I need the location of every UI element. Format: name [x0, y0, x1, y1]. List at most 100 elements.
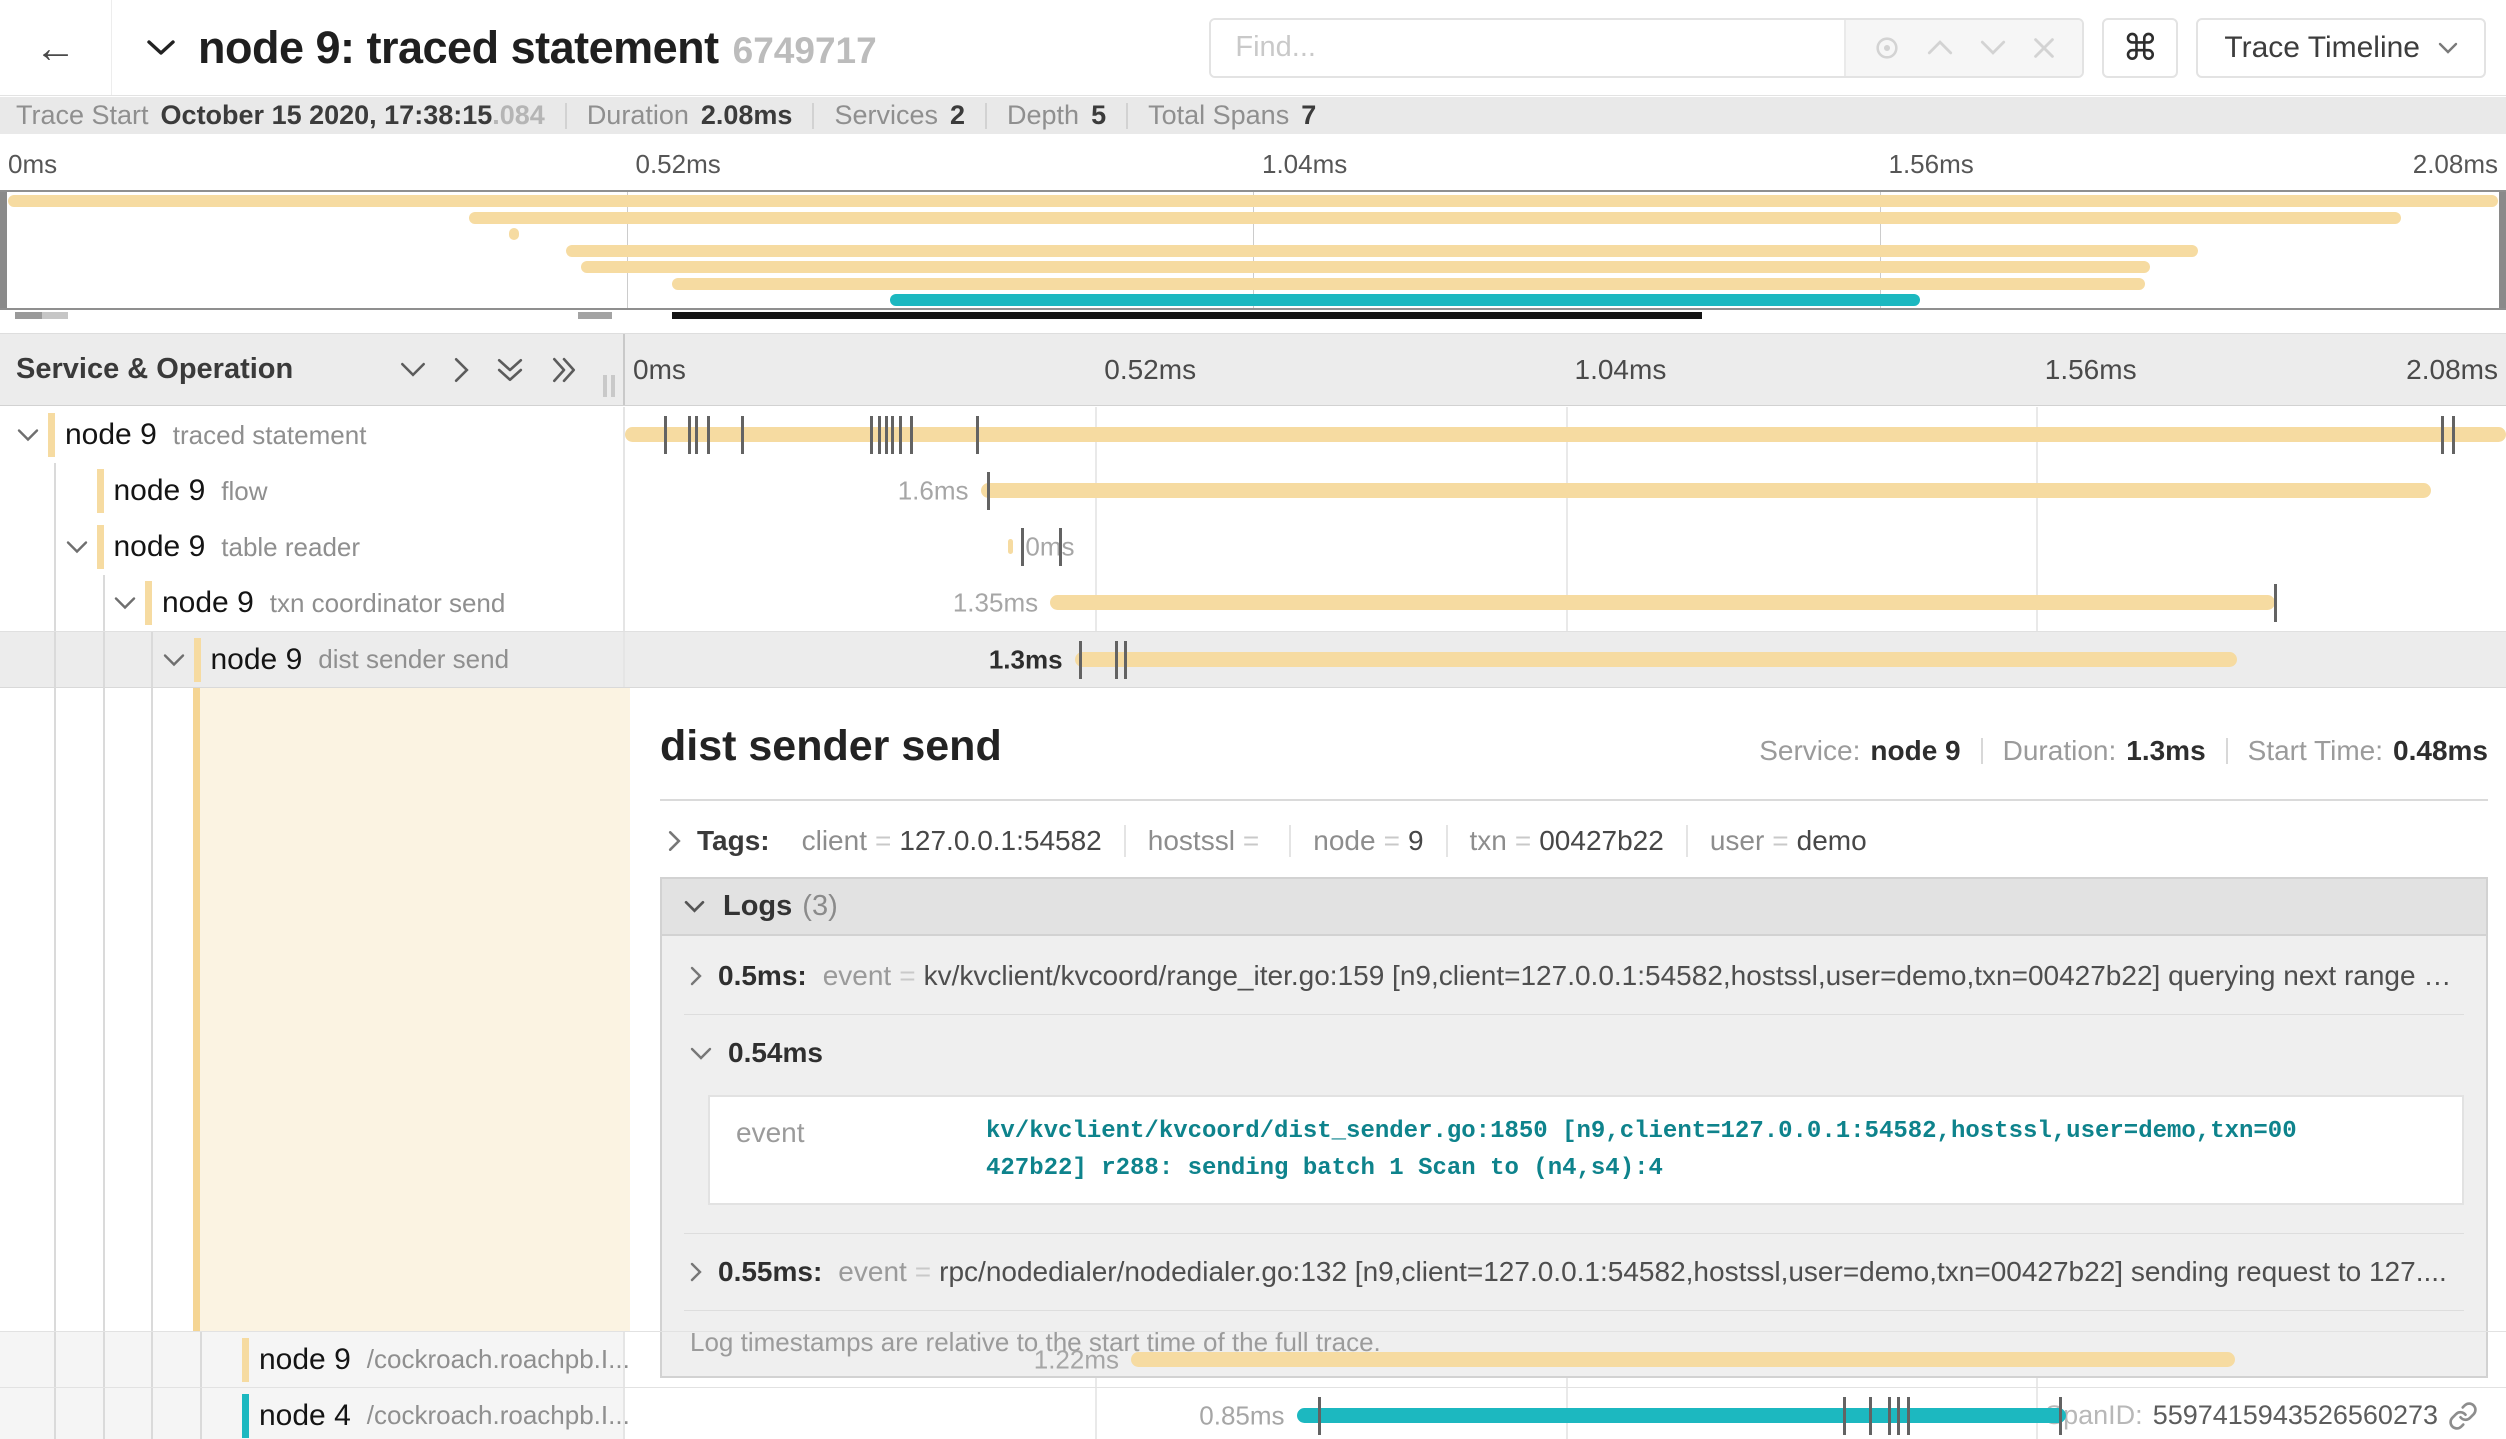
- tag-value: 9: [1408, 825, 1424, 857]
- tag-value: 127.0.0.1:54582: [899, 825, 1101, 857]
- collapse-one-icon[interactable]: [400, 362, 426, 377]
- minimap-left-handle[interactable]: [0, 192, 7, 308]
- indent-guide: [54, 463, 56, 519]
- service-name: node 9: [162, 586, 254, 620]
- detail-meta-label: Start Time:: [2248, 735, 2383, 767]
- scrubber-handle[interactable]: [15, 312, 42, 319]
- service-color-bar: [145, 581, 152, 625]
- meta-separator: [565, 103, 567, 129]
- find-actions: [1844, 20, 2082, 76]
- tags-row[interactable]: Tags: client=127.0.0.1:54582hostssl=node…: [660, 819, 2488, 863]
- indent-guide: [103, 1388, 105, 1439]
- span-row[interactable]: node 9/cockroach.roachpb.I...1.22ms: [0, 1331, 2506, 1387]
- minimap-right-handle[interactable]: [2499, 192, 2506, 308]
- header-controls: ⌘ Trace Timeline: [1209, 18, 2506, 78]
- service-color-bar: [97, 469, 104, 513]
- span-row[interactable]: node 9flow1.6ms: [0, 463, 2506, 519]
- expand-collapse-chevron-icon[interactable]: [163, 653, 185, 666]
- span-duration-bar[interactable]: [981, 483, 2431, 498]
- detail-meta-value: 0.48ms: [2393, 735, 2488, 767]
- indent-guide: [151, 1388, 153, 1439]
- log-marker-tick: [891, 416, 894, 454]
- scrubber-handle[interactable]: [42, 312, 68, 319]
- expand-one-icon[interactable]: [454, 357, 469, 383]
- span-duration-bar[interactable]: [1050, 595, 2275, 610]
- span-name-column[interactable]: node 9/cockroach.roachpb.I...: [0, 1332, 625, 1387]
- expand-collapse-chevron-icon[interactable]: [114, 597, 136, 610]
- meta-separator: [1126, 103, 1128, 129]
- column-resizer[interactable]: [603, 375, 615, 397]
- locate-match-icon[interactable]: [1873, 34, 1901, 62]
- expand-collapse-chevron-icon[interactable]: [17, 429, 39, 442]
- span-timeline-cell[interactable]: 1.3ms: [625, 632, 2506, 687]
- span-name-column[interactable]: node 4/cockroach.roachpb.I...: [0, 1388, 625, 1439]
- log-marker-tick: [878, 416, 881, 454]
- log-marker-tick: [1907, 1397, 1910, 1435]
- tag-item[interactable]: node=9: [1291, 825, 1447, 857]
- event-key: event: [736, 1113, 986, 1187]
- span-name-column[interactable]: node 9table reader: [0, 519, 625, 575]
- log-entry-header[interactable]: 0.54ms: [684, 1015, 2464, 1091]
- tag-item[interactable]: user=demo: [1688, 825, 1889, 857]
- collapse-header-chevron-icon[interactable]: [146, 39, 176, 56]
- scrubber-range[interactable]: [672, 312, 1702, 319]
- meta-value: 7: [1301, 100, 1316, 131]
- minimap-span-bar: [890, 294, 1920, 306]
- clear-find-icon[interactable]: [2032, 36, 2056, 60]
- minimap-scrubber[interactable]: [0, 312, 2506, 319]
- logs-header[interactable]: Logs (3): [662, 879, 2486, 936]
- tag-equals: =: [1243, 825, 1259, 857]
- tag-item[interactable]: txn=00427b22: [1448, 825, 1688, 857]
- minimap-canvas[interactable]: [0, 190, 2506, 310]
- span-name-column[interactable]: node 9dist sender send: [0, 632, 625, 687]
- span-timeline-cell[interactable]: 1.35ms: [625, 575, 2506, 631]
- view-type-dropdown[interactable]: Trace Timeline: [2196, 18, 2486, 78]
- log-entry-header[interactable]: 0.55ms:event=rpc/nodedialer/nodedialer.g…: [684, 1234, 2464, 1310]
- expand-all-icon[interactable]: [551, 357, 577, 383]
- span-detail-row: dist sender send Service:node 9Duration:…: [0, 687, 2506, 1331]
- trace-meta-item: Total Spans7: [1148, 100, 1316, 131]
- meta-separator: [985, 103, 987, 129]
- find-control: [1209, 18, 2084, 78]
- span-name: node 9/cockroach.roachpb.I...: [259, 1332, 630, 1387]
- span-row[interactable]: node 9 txn coordinator send 1.35ms: [0, 575, 2506, 631]
- operation-name: txn coordinator send: [270, 588, 506, 619]
- scrubber-handle[interactable]: [578, 312, 612, 319]
- span-row[interactable]: node 4/cockroach.roachpb.I...0.85ms: [0, 1387, 2506, 1439]
- span-timeline-cell[interactable]: 0ms: [625, 519, 2506, 575]
- log-marker-tick: [707, 416, 710, 454]
- span-name-column[interactable]: node 9flow: [0, 463, 625, 519]
- span-duration-bar[interactable]: [625, 427, 2506, 442]
- log-entry-header[interactable]: 0.5ms:event=kv/kvclient/kvcoord/range_it…: [684, 938, 2464, 1014]
- span-name-column[interactable]: node 9traced statement: [0, 407, 625, 463]
- span-duration-bar[interactable]: [1131, 1352, 2235, 1367]
- span-timeline-cell[interactable]: 1.22ms: [625, 1332, 2506, 1387]
- keyboard-shortcuts-button[interactable]: ⌘: [2102, 18, 2178, 78]
- chevron-right-icon: [668, 830, 681, 852]
- tag-item[interactable]: hostssl=: [1126, 825, 1292, 857]
- next-match-icon[interactable]: [1980, 40, 2006, 55]
- span-timeline-cell[interactable]: [625, 407, 2506, 463]
- span-name: node 9dist sender send: [211, 632, 510, 687]
- span-row[interactable]: node 9dist sender send 1.3ms: [0, 631, 2506, 687]
- prev-match-icon[interactable]: [1927, 40, 1953, 55]
- span-row[interactable]: node 9traced statement: [0, 407, 2506, 463]
- timeline-tick-label: 1.04ms: [1575, 354, 1667, 386]
- span-duration-bar[interactable]: [1075, 652, 2237, 667]
- span-timeline-cell[interactable]: 0.85ms: [625, 1388, 2506, 1439]
- tag-item[interactable]: client=127.0.0.1:54582: [780, 825, 1126, 857]
- logs-section: Logs (3) 0.5ms:event=kv/kvclient/kvcoord…: [660, 877, 2488, 1378]
- find-input[interactable]: [1211, 20, 1844, 76]
- timeline-ticks-header: 0ms0.52ms1.04ms1.56ms2.08ms: [625, 334, 2506, 405]
- span-duration-bar[interactable]: [1297, 1408, 2066, 1423]
- collapse-all-icon[interactable]: [497, 357, 523, 383]
- span-name: node 9 txn coordinator send: [162, 575, 505, 631]
- span-duration-bar[interactable]: [1008, 539, 1014, 554]
- span-row[interactable]: node 9table reader0ms: [0, 519, 2506, 575]
- expand-collapse-chevron-icon[interactable]: [66, 541, 88, 554]
- span-name-column[interactable]: node 9 txn coordinator send: [0, 575, 625, 631]
- timeline-header: Service & Operation 0ms0.52ms1.04ms1.56m…: [0, 333, 2506, 406]
- back-button[interactable]: ←: [0, 0, 112, 95]
- span-timeline-cell[interactable]: 1.6ms: [625, 463, 2506, 519]
- trace-timeline-page: ← node 9: traced statement 6749717: [0, 0, 2506, 1439]
